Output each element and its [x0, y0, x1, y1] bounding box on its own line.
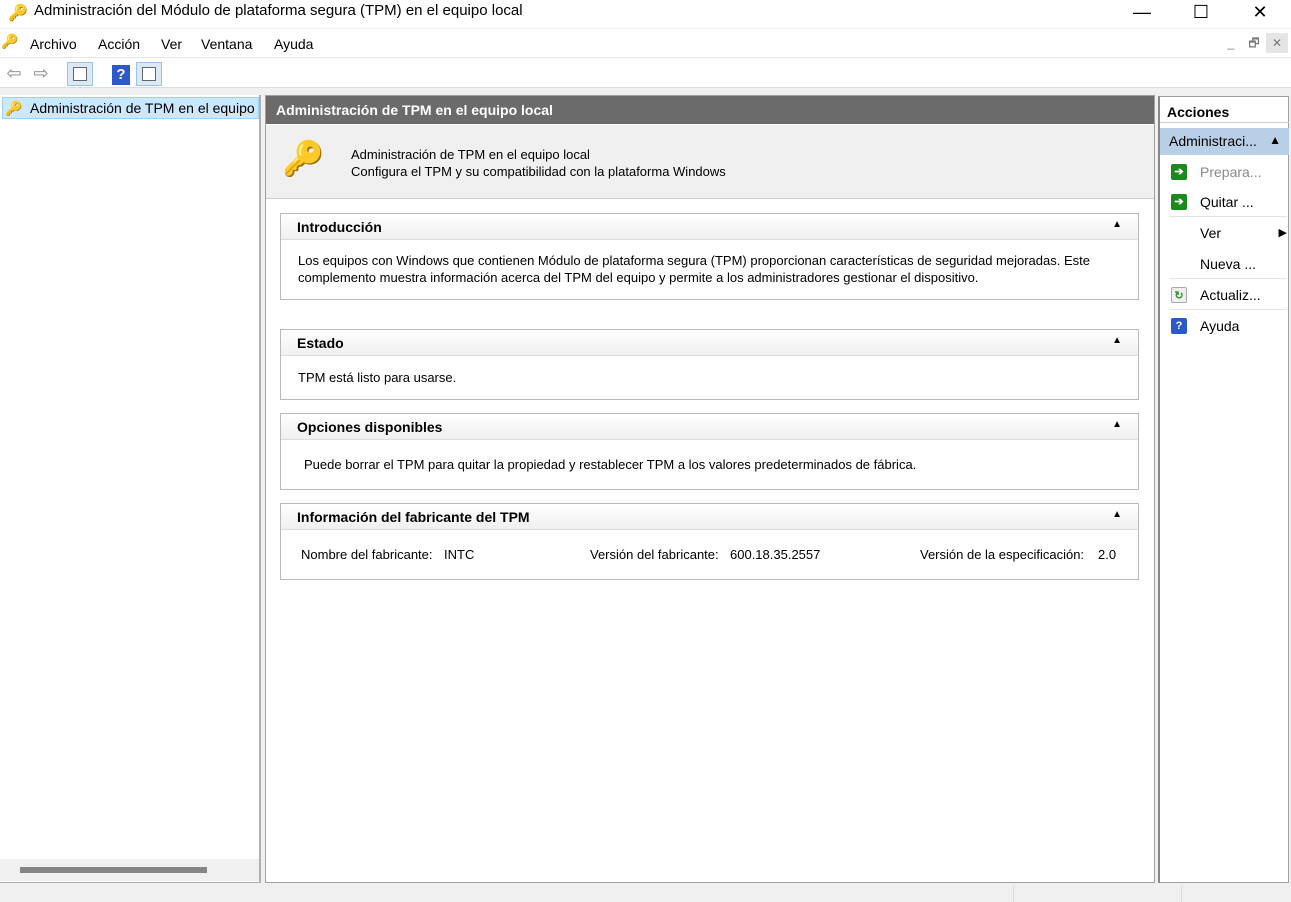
spec-label: Versión de la especificación:	[920, 547, 1085, 562]
action-label: Quitar ...	[1200, 194, 1254, 210]
forward-button[interactable]: ⇨	[28, 62, 54, 86]
menu-archivo[interactable]: Archivo	[30, 36, 77, 52]
mdi-close-button[interactable]: ✕	[1266, 33, 1288, 53]
green-arrow-icon: ➔	[1171, 194, 1187, 210]
close-button[interactable]: ✕	[1231, 0, 1289, 28]
action-ver[interactable]: Ver ▶	[1169, 218, 1287, 248]
section-header[interactable]: Información del fabricante del TPM ▲	[281, 504, 1138, 530]
action-label: Prepara...	[1200, 164, 1262, 180]
title-bar: 🔑 Administración del Módulo de plataform…	[0, 0, 1291, 28]
help-icon: ?	[1171, 318, 1187, 334]
status-text: TPM está listo para usarse.	[298, 370, 457, 385]
intro-subtitle: Configura el TPM y su compatibilidad con…	[351, 164, 726, 179]
status-divider	[1013, 886, 1014, 902]
section-body: Los equipos con Windows que contienen Mó…	[298, 253, 1090, 285]
action-preparar[interactable]: ➔ Prepara...	[1169, 157, 1287, 187]
section-opciones: Opciones disponibles ▲ Puede borrar el TP…	[280, 413, 1139, 490]
action-quitar[interactable]: ➔ Quitar ...	[1169, 187, 1287, 217]
collapse-icon[interactable]: ▲	[1269, 133, 1281, 147]
section-header[interactable]: Estado ▲	[281, 330, 1138, 356]
section-header[interactable]: Opciones disponibles ▲	[281, 414, 1138, 440]
intro-title: Administración de TPM en el equipo local	[351, 147, 590, 162]
manufacturer-value: INTC	[444, 547, 475, 562]
actions-header: Acciones	[1160, 97, 1289, 123]
version-label: Versión del fabricante:	[590, 547, 719, 562]
back-button[interactable]: ⇦	[1, 62, 27, 86]
action-ayuda[interactable]: ? Ayuda	[1169, 311, 1287, 341]
manufacturer-label: Nombre del fabricante:	[301, 547, 433, 562]
refresh-icon: ↻	[1171, 287, 1187, 303]
intro-banner: 🔑 Administración de TPM en el equipo loc…	[266, 125, 1154, 199]
actions-group-label: Administraci...	[1169, 133, 1257, 149]
mdi-restore-button[interactable]: 🗗	[1243, 33, 1265, 53]
action-label: Ayuda	[1200, 318, 1240, 334]
toolbar	[0, 58, 1291, 88]
pane-header: Administración de TPM en el equipo local	[266, 96, 1154, 124]
show-hide-console-tree-button[interactable]	[67, 62, 93, 86]
tpm-key-icon: 🔑	[8, 5, 28, 22]
section-title: Estado	[297, 335, 344, 351]
action-actualizar[interactable]: ↻ Actualiz...	[1169, 280, 1287, 310]
help-icon: ?	[112, 65, 130, 85]
submenu-arrow-icon: ▶	[1278, 227, 1287, 239]
section-estado: Estado ▲ TPM está listo para usarse.	[280, 329, 1139, 400]
section-title: Información del fabricante del TPM	[297, 509, 530, 525]
help-button[interactable]: ?	[108, 62, 134, 86]
menu-ver[interactable]: Ver	[161, 36, 182, 52]
spec-value: 2.0	[1098, 547, 1117, 562]
horizontal-scrollbar[interactable]	[0, 859, 259, 881]
minimize-button[interactable]: —	[1113, 0, 1171, 28]
section-body: Puede borrar el TPM para quitar la propi…	[304, 457, 917, 472]
tpm-chip-key-icon: 🔑	[282, 140, 325, 178]
collapse-icon[interactable]: ▲	[1112, 509, 1122, 520]
version-value: 600.18.35.2557	[730, 547, 821, 562]
menu-ayuda[interactable]: Ayuda	[274, 36, 313, 52]
tpm-icon: 🔑	[5, 100, 23, 116]
collapse-icon[interactable]: ▲	[1112, 219, 1122, 230]
action-label: Ver	[1200, 225, 1222, 241]
actions-group-header[interactable]: Administraci... ▲	[1160, 128, 1289, 155]
section-title: Introducción	[297, 219, 382, 235]
tree-item-label: Administración de TPM en el equipo local	[30, 100, 258, 116]
menu-accion[interactable]: Acción	[98, 36, 140, 52]
window-title: Administración del Módulo de plataforma …	[34, 2, 523, 19]
menu-ventana[interactable]: Ventana	[201, 36, 252, 52]
section-title: Opciones disponibles	[297, 419, 443, 435]
collapse-icon[interactable]: ▲	[1112, 419, 1122, 430]
menu-bar: 🔑 Archivo Acción Ver Ventana Ayuda	[0, 29, 1291, 58]
mdi-minimize-button[interactable]: _	[1220, 33, 1242, 53]
section-fabricante: Información del fabricante del TPM ▲ Nomb…	[280, 503, 1139, 580]
show-hide-action-pane-button[interactable]	[136, 62, 162, 86]
scrollbar-thumb[interactable]	[20, 867, 207, 873]
collapse-icon[interactable]: ▲	[1112, 335, 1122, 346]
manufacturer-info: Nombre del fabricante: INTC Versión del …	[281, 530, 1138, 578]
actions-pane: Acciones Administraci... ▲ ➔ Prepara... ➔…	[1158, 96, 1289, 883]
console-tree-icon	[73, 67, 87, 81]
section-introduccion: Introducción ▲ Los equipos con Windows qu…	[280, 213, 1139, 300]
section-header[interactable]: Introducción ▲	[281, 214, 1138, 240]
action-label: Actualiz...	[1200, 287, 1261, 303]
result-pane: Administración de TPM en el equipo local…	[265, 95, 1155, 883]
green-arrow-icon: ➔	[1171, 164, 1187, 180]
console-tree: 🔑 Administración de TPM en el equipo loc…	[0, 95, 261, 883]
tree-item-tpm[interactable]: 🔑 Administración de TPM en el equipo loc…	[2, 97, 259, 119]
status-bar	[0, 884, 1291, 902]
action-pane-icon	[142, 67, 156, 81]
action-label: Nueva ...	[1200, 256, 1257, 272]
status-divider	[1181, 886, 1182, 902]
app-icon: 🔑	[1, 33, 19, 49]
action-nueva[interactable]: Nueva ...	[1169, 249, 1287, 279]
maximize-button[interactable]: ☐	[1172, 0, 1230, 28]
